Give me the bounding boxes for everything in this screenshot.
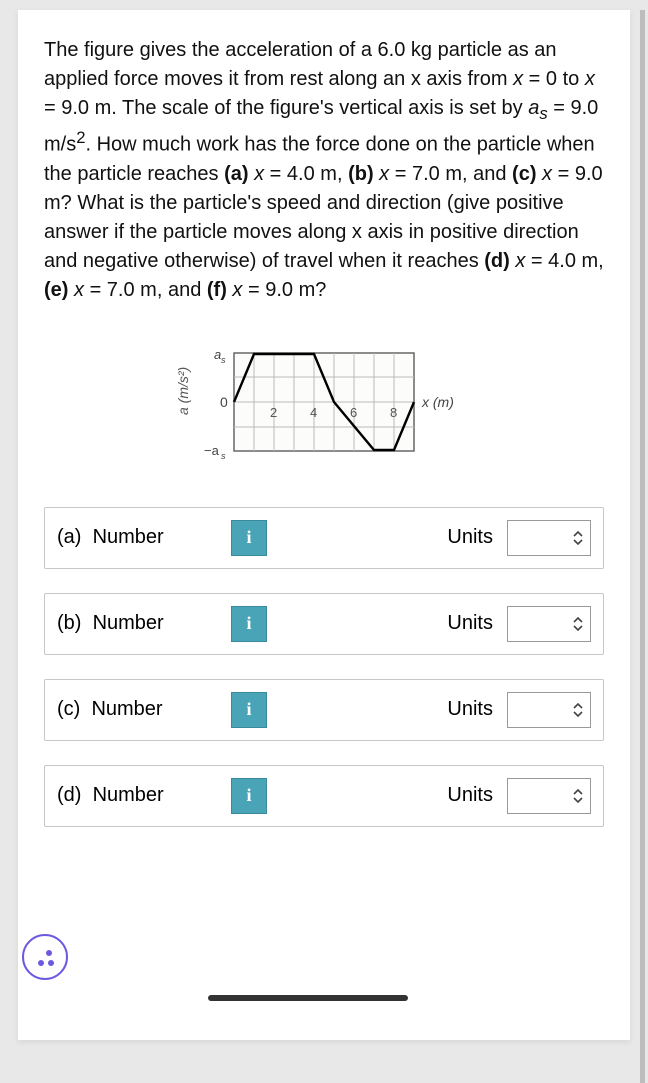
- answer-rows: (a) Number i Units (b) Number i Units: [44, 507, 604, 827]
- units-label: Units: [447, 698, 493, 721]
- svg-text:s: s: [221, 355, 226, 365]
- part-label: (b) Number: [57, 612, 217, 635]
- units-label: Units: [447, 612, 493, 635]
- answer-row-c: (c) Number i Units: [44, 679, 604, 741]
- acceleration-graph: a (m/s²) as 0 −as 2: [44, 327, 604, 477]
- svg-text:x (m): x (m): [421, 394, 454, 410]
- avatar[interactable]: [22, 934, 68, 980]
- part-label: (a) Number: [57, 526, 217, 549]
- part-label: (c) Number: [57, 698, 217, 721]
- number-input-b[interactable]: [281, 606, 371, 642]
- problem-text: The figure gives the acceleration of a 6…: [44, 36, 604, 305]
- answer-row-b: (b) Number i Units: [44, 593, 604, 655]
- svg-text:4: 4: [310, 405, 317, 420]
- info-icon[interactable]: i: [231, 520, 267, 556]
- answer-row-d: (d) Number i Units: [44, 765, 604, 827]
- info-icon[interactable]: i: [231, 778, 267, 814]
- units-label: Units: [447, 784, 493, 807]
- svg-text:6: 6: [350, 405, 357, 420]
- svg-text:0: 0: [220, 394, 228, 410]
- part-label: (d) Number: [57, 784, 217, 807]
- units-select-b[interactable]: [507, 606, 591, 642]
- svg-text:−a: −a: [204, 443, 220, 458]
- number-input-a[interactable]: [281, 520, 371, 556]
- units-select-d[interactable]: [507, 778, 591, 814]
- svg-text:a (m/s²): a (m/s²): [175, 367, 191, 415]
- scrollbar-horizontal[interactable]: [208, 995, 408, 1001]
- units-select-a[interactable]: [507, 520, 591, 556]
- info-icon[interactable]: i: [231, 606, 267, 642]
- svg-text:s: s: [221, 451, 226, 461]
- number-input-c[interactable]: [281, 692, 371, 728]
- units-select-c[interactable]: [507, 692, 591, 728]
- answer-row-a: (a) Number i Units: [44, 507, 604, 569]
- svg-text:2: 2: [270, 405, 277, 420]
- number-input-d[interactable]: [281, 778, 371, 814]
- scrollbar-vertical[interactable]: [640, 10, 645, 1083]
- info-icon[interactable]: i: [231, 692, 267, 728]
- svg-text:8: 8: [390, 405, 397, 420]
- question-card: The figure gives the acceleration of a 6…: [18, 10, 630, 1040]
- units-label: Units: [447, 526, 493, 549]
